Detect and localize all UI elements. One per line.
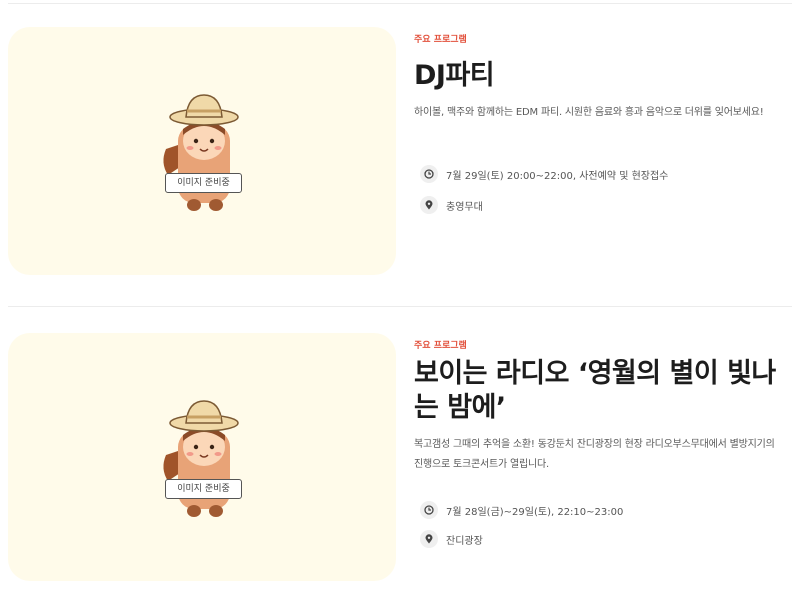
event-description: 하이볼, 맥주와 함께하는 EDM 파티. 시원한 음료와 흥과 음악으로 더위…: [414, 107, 764, 118]
mascot-illustration: [163, 400, 239, 517]
clock-icon: [420, 501, 438, 519]
event-title[interactable]: 보이는 라디오 ‘영월의 별이 빛나는 밤에’: [414, 357, 794, 425]
event-list-page: 이미지 준비중 주요 프로그램 DJ파티 하이볼, 맥주와 함께하는 EDM 파…: [0, 0, 800, 602]
event-title[interactable]: DJ파티: [414, 53, 495, 92]
event-schedule-row: 7월 29일(토) 20:00~22:00, 사전예약 및 현장접수: [420, 165, 668, 183]
category-badge: 주요 프로그램: [414, 35, 467, 45]
event-place-row: 충영무대: [420, 196, 483, 214]
event-place-text: 잔디광장: [446, 535, 483, 547]
map-pin-icon: [420, 530, 438, 548]
top-divider: [8, 3, 792, 4]
event-card-dj-party[interactable]: 이미지 준비중 주요 프로그램 DJ파티 하이볼, 맥주와 함께하는 EDM 파…: [8, 27, 800, 277]
category-badge: 주요 프로그램: [414, 341, 467, 351]
event-schedule-row: 7월 28일(금)~29일(토), 22:10~23:00: [420, 501, 623, 519]
event-card-radio[interactable]: 이미지 준비중 주요 프로그램 보이는 라디오 ‘영월의 별이 빛나는 밤에’ …: [8, 333, 800, 583]
image-preparing-label: 이미지 준비중: [165, 479, 242, 499]
event-place-row: 잔디광장: [420, 530, 483, 548]
event-thumbnail[interactable]: 이미지 준비중: [8, 333, 396, 581]
card-divider: [8, 306, 792, 307]
mascot-illustration: [163, 94, 239, 211]
event-place-text: 충영무대: [446, 201, 483, 213]
event-schedule-text: 7월 29일(토) 20:00~22:00, 사전예약 및 현장접수: [446, 170, 669, 182]
event-description: 복고갬성 그때의 추억을 소환! 동강둔치 잔디광장의 현장 라디오부스무대에서…: [414, 439, 775, 470]
event-thumbnail[interactable]: 이미지 준비중: [8, 27, 396, 275]
event-schedule-text: 7월 28일(금)~29일(토), 22:10~23:00: [446, 506, 624, 518]
map-pin-icon: [420, 196, 438, 214]
image-preparing-label: 이미지 준비중: [165, 173, 242, 193]
clock-icon: [420, 165, 438, 183]
